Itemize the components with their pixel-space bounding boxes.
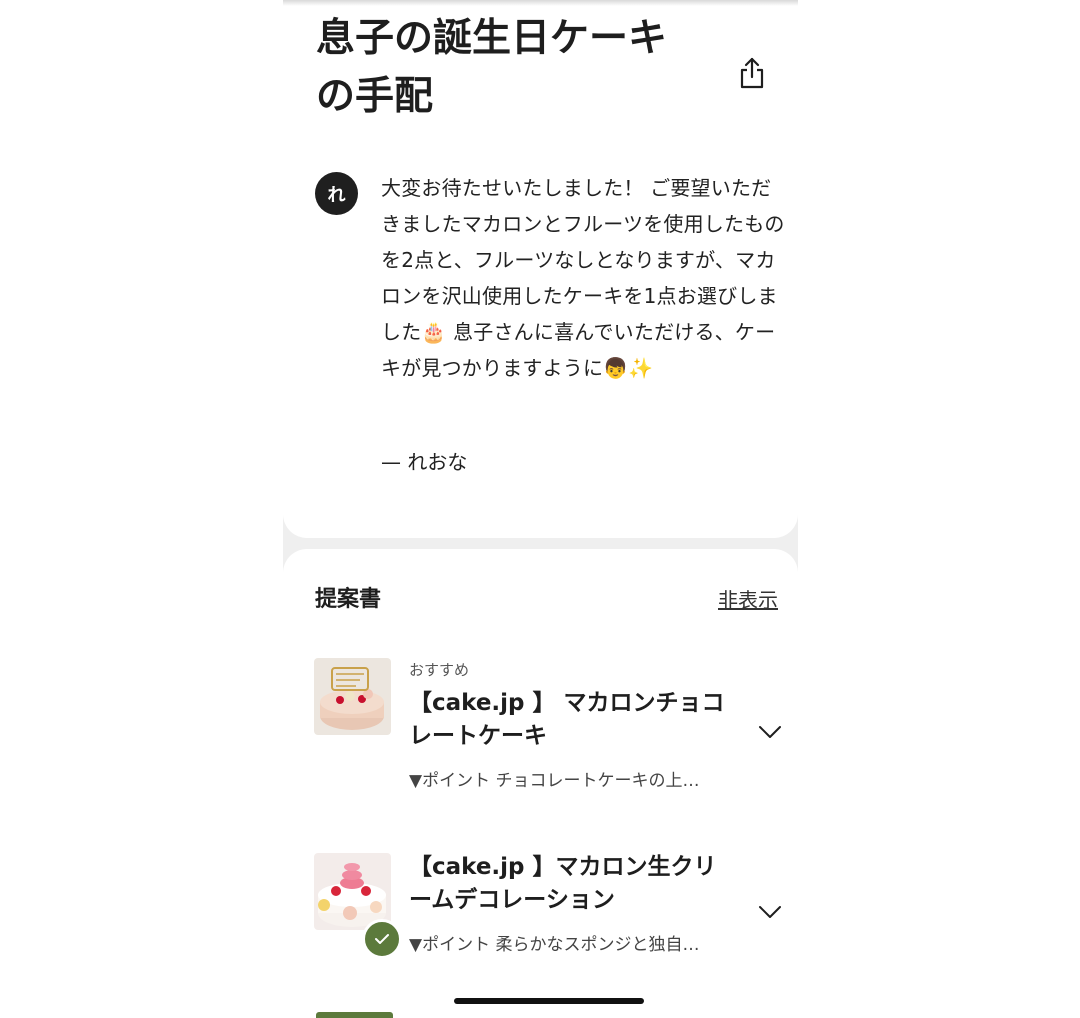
cake-emoji: 🎂	[421, 320, 447, 344]
item-title: 【cake.jp 】マカロン生クリームデコレーション	[409, 854, 717, 913]
macaron-chocolate-cake-image	[314, 658, 391, 735]
proposals-card: 提案書 非表示 おすすめ 【cake.jp 】 マカロンチョコレートケーキ ▼ポ…	[283, 549, 798, 1018]
recommended-tag: おすすめ	[409, 661, 470, 679]
chevron-down-icon[interactable]	[757, 904, 783, 920]
selected-check-icon	[362, 919, 402, 959]
home-indicator	[454, 998, 644, 1004]
item-description: ▼ポイント チョコレートケーキの上…	[409, 771, 700, 791]
chevron-down-icon[interactable]	[757, 724, 783, 740]
title-line-2: の手配	[316, 74, 434, 119]
signature: — れおな	[381, 450, 468, 474]
boy-emoji: 👦	[603, 356, 629, 380]
request-card: 息子の誕生日ケーキ の手配 れ 大変お待たせいたしました！ ご要望いただきました…	[283, 0, 798, 538]
item-description: ▼ポイント 柔らかなスポンジと独自…	[409, 935, 700, 955]
message-text: 大変お待たせいたしました！ ご要望いただきましたマカロンとフルーツを使用したもの…	[381, 176, 785, 344]
item-title: 【cake.jp 】 マカロンチョコレートケーキ	[409, 690, 725, 749]
app-screen: 息子の誕生日ケーキ の手配 れ 大変お待たせいたしました！ ご要望いただきました…	[283, 0, 798, 1018]
message-body: 大変お待たせいたしました！ ご要望いただきましたマカロンとフルーツを使用したもの…	[381, 170, 785, 386]
page-title: 息子の誕生日ケーキ の手配	[316, 10, 726, 126]
share-icon	[740, 57, 764, 89]
sparkle-emoji: ✨	[628, 356, 654, 380]
title-line-1: 息子の誕生日ケーキ	[316, 16, 668, 61]
share-button[interactable]	[735, 54, 769, 92]
section-title: 提案書	[315, 587, 382, 612]
avatar: れ	[315, 172, 358, 215]
status-shadow	[283, 0, 798, 6]
next-item-peek	[316, 1012, 393, 1018]
hide-link[interactable]: 非表示	[718, 584, 778, 613]
cake-thumbnail	[314, 658, 391, 735]
